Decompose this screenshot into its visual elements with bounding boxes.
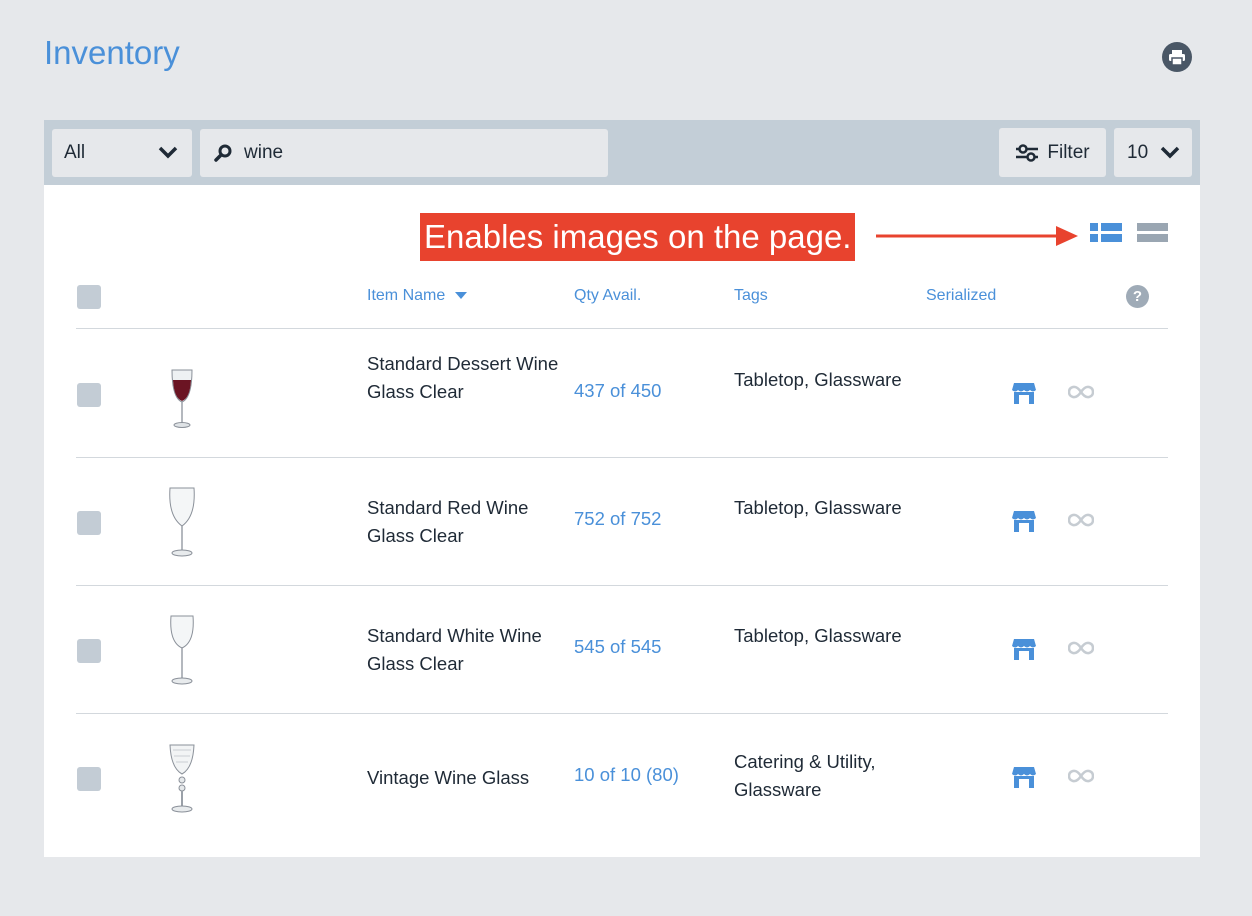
help-icon[interactable]: ? [1126,285,1149,308]
item-tags: Tabletop, Glassware [734,625,902,646]
search-icon [214,144,232,162]
store-icon[interactable] [1012,509,1036,533]
compact-list-icon[interactable] [1137,223,1169,243]
per-page-value: 10 [1127,141,1149,163]
row-checkbox[interactable] [77,383,101,407]
column-header-serialized[interactable]: Serialized [926,287,996,305]
filter-label: Filter [1047,141,1090,163]
qty-available[interactable]: 10 of 10 (80) [574,764,679,786]
scope-select[interactable]: All [52,129,192,177]
table-header: Item Name Qty Avail. Tags Serialized ? [76,281,1168,329]
toolbar: All Filter 10 [44,120,1200,185]
item-tags: Catering & Utility, Glassware [734,751,876,800]
row-checkbox[interactable] [77,639,101,663]
select-all-checkbox[interactable] [77,285,101,309]
annotation-callout: Enables images on the page. [420,213,856,261]
table-row[interactable]: Standard Red Wine Glass Clear 752 of 752… [76,458,1168,586]
list-view-icon[interactable] [1090,223,1122,243]
item-tags: Tabletop, Glassware [734,497,902,518]
table-row[interactable]: Standard White Wine Glass Clear 545 of 5… [76,586,1168,714]
qty-available[interactable]: 752 of 752 [574,508,661,530]
search-input[interactable] [244,142,584,164]
item-name: Vintage Wine Glass [367,767,530,788]
chevron-down-icon [1160,146,1180,159]
search-box[interactable] [200,129,608,177]
vintage-wine-glass-image [169,744,195,813]
white-wine-glass-image [170,615,194,685]
chevron-down-icon [158,146,178,159]
link-icon[interactable] [1068,641,1094,655]
scope-select-value: All [64,142,86,163]
item-name: Standard Dessert Wine Glass Clear [367,353,559,402]
filter-button[interactable]: Filter [999,128,1106,177]
print-icon [1169,49,1185,66]
red-wine-glass-image [169,487,195,557]
arrow-right-icon [876,226,1078,246]
print-button[interactable] [1162,42,1192,72]
row-checkbox[interactable] [77,511,101,535]
column-header-qty[interactable]: Qty Avail. [574,287,641,305]
table-row[interactable]: Vintage Wine Glass 10 of 10 (80) Caterin… [76,714,1168,842]
dessert-wine-glass-image [171,369,193,428]
page-title: Inventory [44,34,180,71]
store-icon[interactable] [1012,381,1036,405]
qty-available[interactable]: 545 of 545 [574,636,661,658]
item-name-header-label: Item Name [367,287,446,304]
per-page-select[interactable]: 10 [1114,128,1192,177]
caret-down-icon [454,292,467,299]
store-icon[interactable] [1012,765,1036,789]
item-name: Standard White Wine Glass Clear [367,625,542,674]
column-header-tags[interactable]: Tags [734,287,768,305]
inventory-panel: Enables images on the page. Item Name Qt… [44,185,1200,857]
item-name: Standard Red Wine Glass Clear [367,497,529,546]
qty-available[interactable]: 437 of 450 [574,380,661,402]
store-icon[interactable] [1012,637,1036,661]
sliders-icon [1016,143,1039,162]
row-checkbox[interactable] [77,767,101,791]
column-header-item-name[interactable]: Item Name [367,287,468,305]
table-row[interactable]: Standard Dessert Wine Glass Clear 437 of… [76,330,1168,458]
link-icon[interactable] [1068,769,1094,783]
link-icon[interactable] [1068,513,1094,527]
link-icon[interactable] [1068,385,1094,399]
item-tags: Tabletop, Glassware [734,369,902,390]
